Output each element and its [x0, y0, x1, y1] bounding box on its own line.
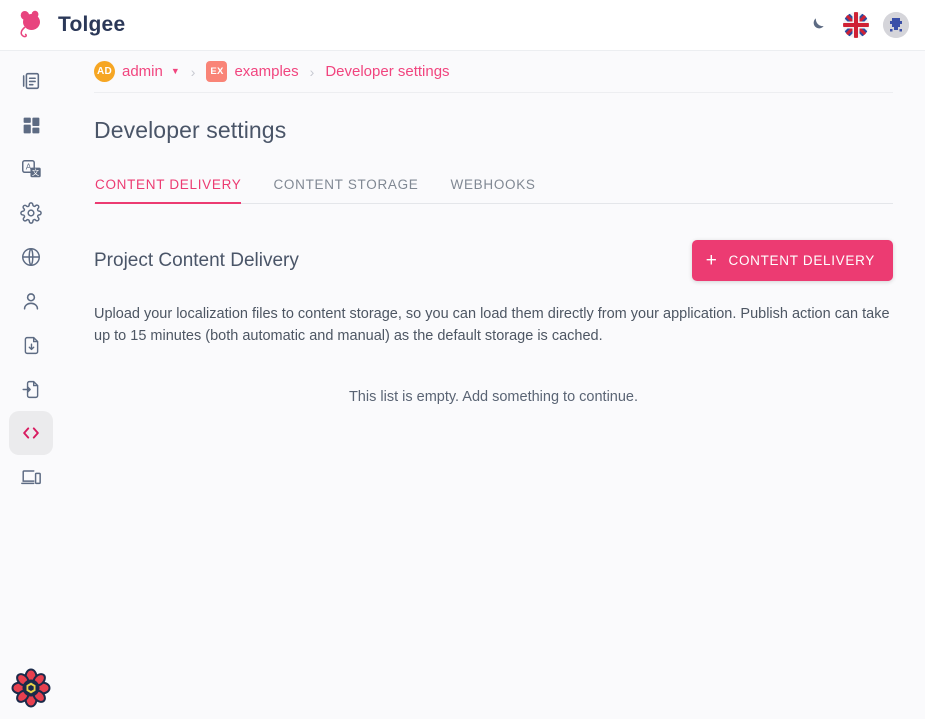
tab-content-delivery[interactable]: CONTENT DELIVERY — [94, 177, 257, 203]
sidebar-item-project-settings[interactable] — [9, 191, 53, 235]
sidebar-item-integrations[interactable] — [9, 455, 53, 499]
breadcrumb-item-page[interactable]: Developer settings — [325, 63, 449, 80]
sidebar-item-translations[interactable]: A 文 — [9, 147, 53, 191]
moon-icon[interactable] — [803, 12, 829, 38]
breadcrumb-page-label: Developer settings — [325, 63, 449, 80]
breadcrumb-item-user[interactable]: AD admin ▼ — [94, 61, 180, 82]
app-root: Tolgee — [0, 0, 925, 719]
add-content-delivery-label: CONTENT DELIVERY — [729, 253, 875, 268]
uk-flag-icon[interactable] — [843, 12, 869, 38]
sidebar-item-export[interactable] — [9, 323, 53, 367]
sidebar-bottom — [10, 667, 52, 709]
breadcrumb-project-label: examples — [234, 63, 298, 80]
svg-text:A: A — [26, 162, 32, 171]
svg-text:文: 文 — [32, 168, 40, 177]
plus-icon: + — [706, 251, 718, 270]
tolgee-flower-logo-icon[interactable] — [10, 667, 52, 709]
main-content: AD admin ▼ › EX examples › Developer set… — [62, 51, 925, 719]
section-title: Project Content Delivery — [94, 250, 299, 272]
sidebar-item-dashboard[interactable] — [9, 103, 53, 147]
section-description: Upload your localization files to conten… — [94, 303, 893, 347]
tab-bar: CONTENT DELIVERY CONTENT STORAGE WEBHOOK… — [94, 170, 893, 204]
brand[interactable]: Tolgee — [14, 8, 125, 42]
empty-list-message: This list is empty. Add something to con… — [94, 389, 893, 405]
page-title: Developer settings — [94, 117, 893, 144]
left-sidebar: A 文 — [0, 51, 62, 719]
user-avatar-icon[interactable] — [883, 12, 909, 38]
breadcrumb-separator: › — [191, 64, 196, 80]
sidebar-item-developer-settings[interactable] — [9, 411, 53, 455]
tab-content-storage[interactable]: CONTENT STORAGE — [257, 177, 434, 203]
project-initials-avatar: EX — [206, 61, 227, 82]
top-header: Tolgee — [0, 0, 925, 51]
breadcrumb-item-project[interactable]: EX examples — [206, 61, 298, 82]
section-header: Project Content Delivery + CONTENT DELIV… — [94, 240, 893, 281]
user-initials-avatar: AD — [94, 61, 115, 82]
breadcrumb: AD admin ▼ › EX examples › Developer set… — [94, 51, 893, 93]
brand-name: Tolgee — [58, 13, 125, 37]
header-actions — [803, 12, 909, 38]
breadcrumb-user-label: admin — [122, 63, 163, 80]
breadcrumb-separator: › — [310, 64, 315, 80]
sidebar-item-languages[interactable] — [9, 235, 53, 279]
sidebar-item-import[interactable] — [9, 367, 53, 411]
add-content-delivery-button[interactable]: + CONTENT DELIVERY — [692, 240, 893, 281]
tolgee-mouse-logo-icon — [14, 8, 48, 42]
sidebar-item-projects[interactable] — [9, 59, 53, 103]
tab-webhooks[interactable]: WEBHOOKS — [435, 177, 552, 203]
chevron-down-icon[interactable]: ▼ — [171, 67, 180, 76]
sidebar-item-members[interactable] — [9, 279, 53, 323]
